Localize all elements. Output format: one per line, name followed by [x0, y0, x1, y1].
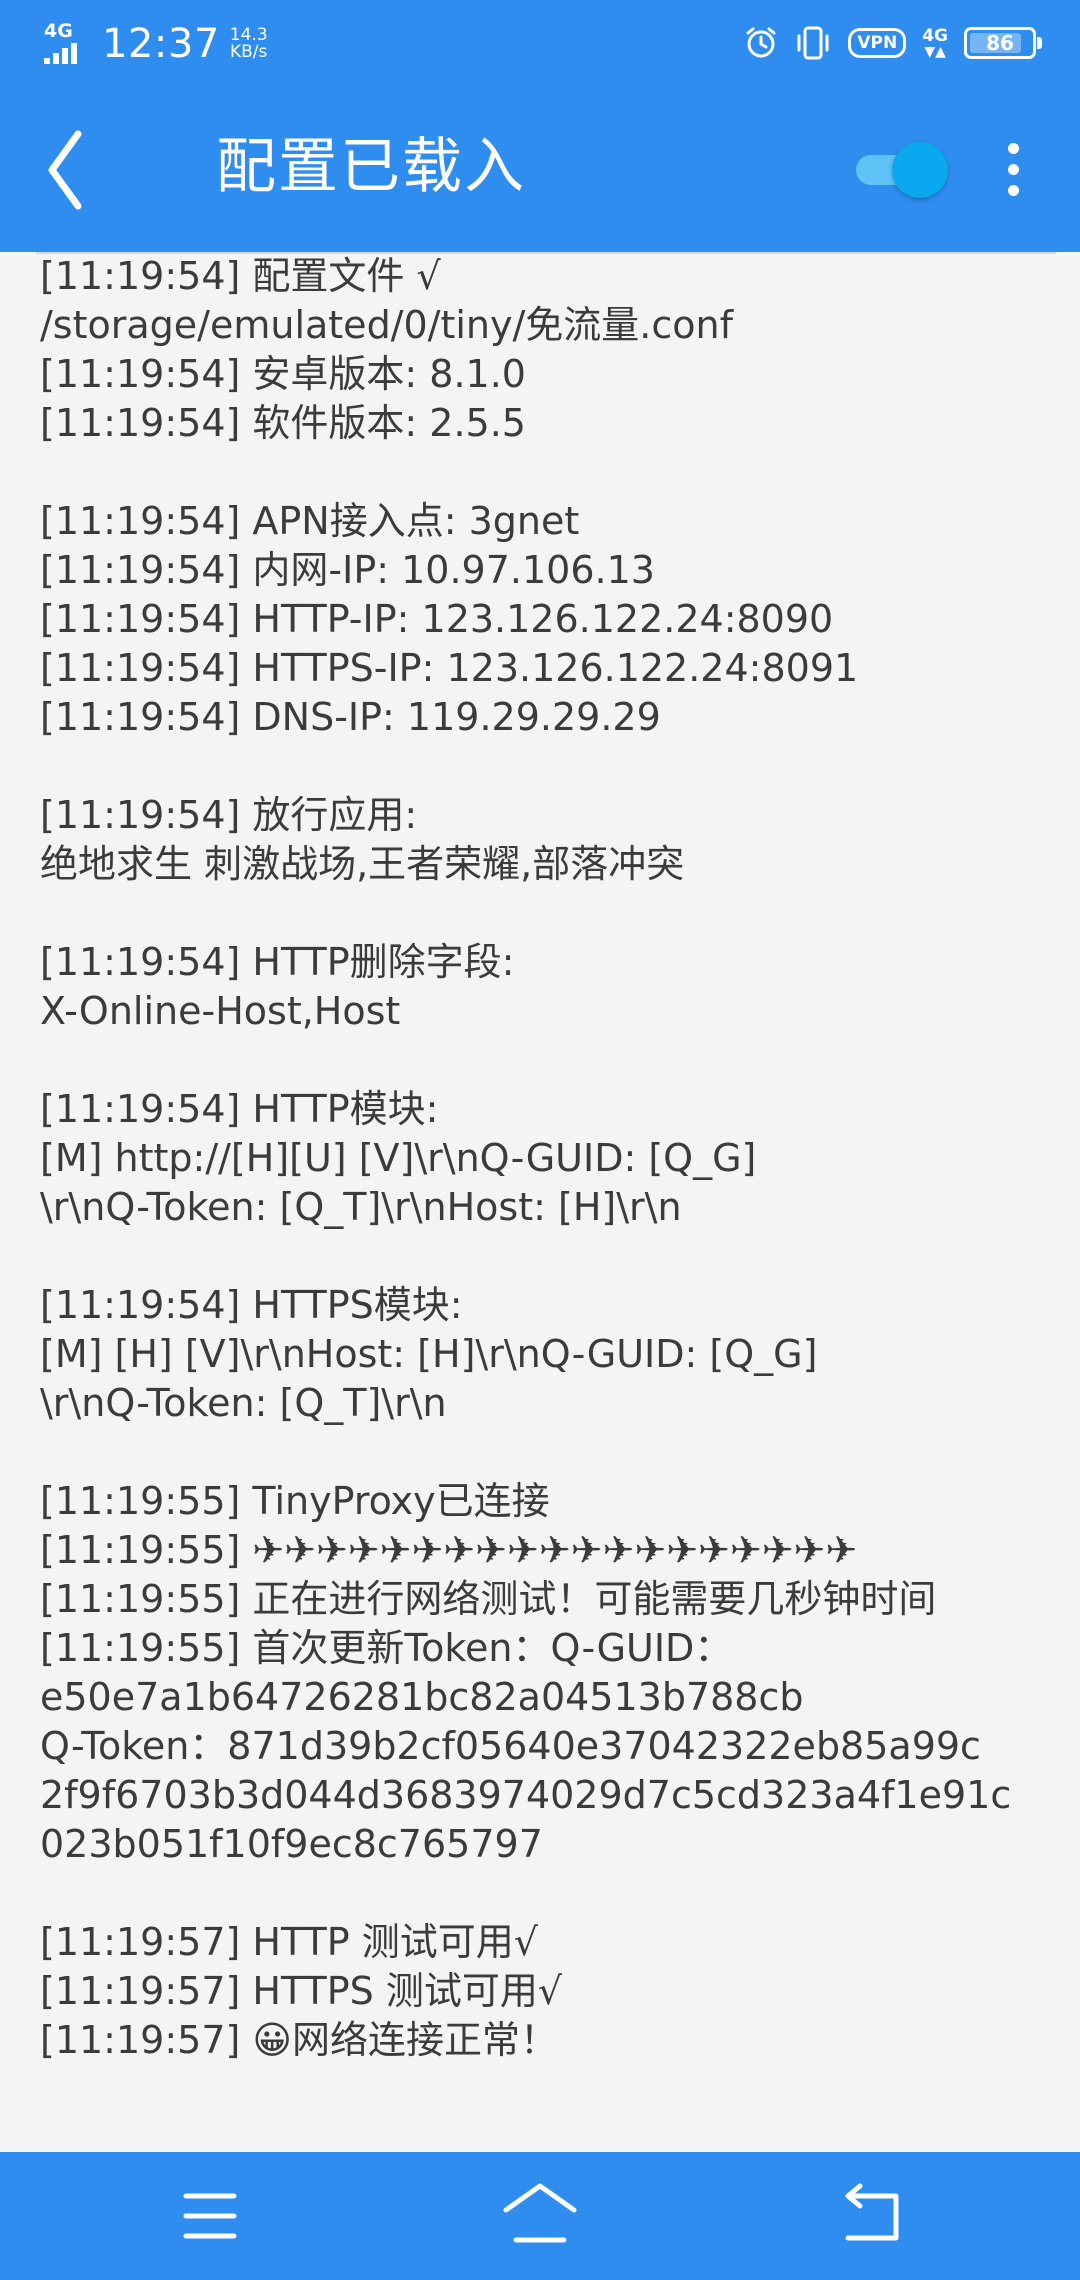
status-bar-right: VPN 4G ▼▲ 86 — [728, 20, 1042, 66]
status-time: 12:37 — [102, 21, 220, 67]
network-speed: 14.3 KB/s — [230, 27, 268, 61]
home-icon — [503, 2183, 577, 2243]
data-arrows-icon: 4G ▼▲ — [922, 25, 948, 60]
page-title: 配置已载入 — [216, 132, 526, 202]
network-type-label: 4G — [44, 20, 73, 42]
back-button[interactable] — [44, 126, 124, 216]
vpn-icon: VPN — [848, 28, 907, 58]
battery-icon: 86 — [964, 27, 1042, 59]
log-text: [11:19:54] 配置文件 √ /storage/emulated/0/ti… — [40, 254, 1012, 2062]
signal-icon: 4G — [44, 22, 84, 66]
overflow-menu-button[interactable] — [994, 138, 1034, 202]
back-nav-button[interactable] — [822, 2176, 918, 2256]
toggle-thumb — [892, 142, 948, 198]
recent-apps-button[interactable] — [162, 2176, 258, 2256]
status-bar: 4G 12:37 14.3 KB/s VPN 4G ▼▲ 86 — [0, 0, 1080, 86]
proxy-toggle-switch[interactable] — [850, 142, 952, 198]
app-toolbar: 配置已载入 — [0, 86, 1080, 252]
network-speed-unit: KB/s — [230, 42, 268, 62]
status-bar-left: 4G 12:37 14.3 KB/s — [44, 18, 268, 70]
menu-lines-icon — [183, 2193, 237, 2239]
vibrate-icon — [797, 26, 829, 60]
back-icon — [845, 2183, 899, 2241]
network-type-right: 4G — [922, 25, 948, 46]
back-arrow-icon — [48, 130, 82, 210]
alarm-icon — [746, 27, 776, 58]
home-button[interactable] — [492, 2176, 588, 2256]
navigation-bar — [0, 2152, 1080, 2280]
log-panel[interactable]: [11:19:54] 配置文件 √ /storage/emulated/0/ti… — [0, 252, 1080, 2152]
battery-level: 86 — [986, 31, 1014, 55]
